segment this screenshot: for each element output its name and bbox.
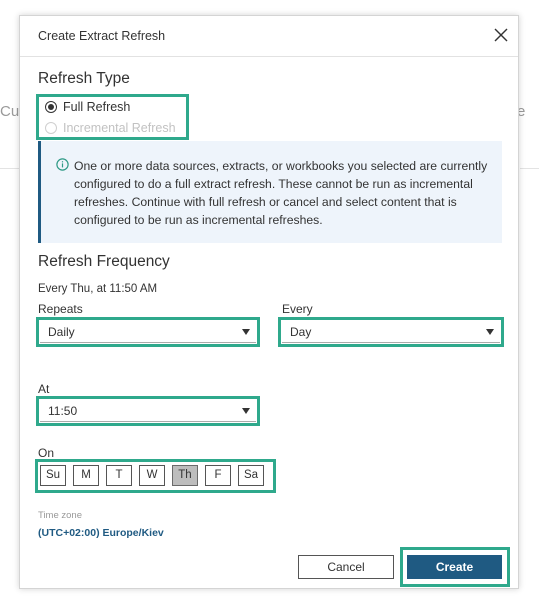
info-message-text: One or more data sources, extracts, or w… (74, 159, 488, 227)
refresh-frequency-heading: Refresh Frequency (38, 253, 170, 270)
dropdown-caret-icon (486, 329, 494, 335)
background-divider-right (520, 168, 539, 169)
every-label: Every (282, 302, 313, 316)
at-label: At (38, 382, 50, 396)
repeats-value: Daily (48, 325, 75, 339)
every-select[interactable]: Day (282, 321, 500, 343)
schedule-summary: Every Thu, at 11:50 AM (38, 283, 158, 295)
create-button[interactable]: Create (407, 555, 502, 579)
full-refresh-label: Full Refresh (63, 100, 131, 114)
repeats-select[interactable]: Daily (40, 321, 256, 343)
day-button-saturday[interactable]: Sa (238, 465, 264, 486)
repeats-label: Repeats (38, 302, 83, 316)
time-value: 11:50 (48, 404, 78, 418)
day-button-sunday[interactable]: Su (40, 465, 66, 486)
cancel-button[interactable]: Cancel (298, 555, 394, 579)
radio-unchecked-icon (45, 122, 57, 134)
every-value: Day (290, 325, 312, 339)
create-extract-refresh-dialog: Create Extract Refresh Refresh Type Full… (19, 15, 519, 589)
incremental-refresh-radio: Incremental Refresh (45, 120, 176, 136)
refresh-type-heading: Refresh Type (38, 70, 130, 87)
timezone-label: Time zone (38, 510, 82, 521)
background-divider-left (0, 168, 20, 169)
day-button-wednesday[interactable]: W (139, 465, 165, 486)
day-button-tuesday[interactable]: T (106, 465, 132, 486)
incremental-refresh-label: Incremental Refresh (63, 121, 176, 135)
dropdown-caret-icon (242, 329, 250, 335)
close-icon (494, 28, 508, 42)
time-select[interactable]: 11:50 (40, 400, 256, 422)
dialog-header: Create Extract Refresh (20, 16, 518, 57)
dropdown-caret-icon (242, 408, 250, 414)
timezone-link[interactable]: (UTC+02:00) Europe/Kiev (38, 527, 164, 539)
on-label: On (38, 446, 55, 460)
day-button-friday[interactable]: F (205, 465, 231, 486)
day-button-thursday[interactable]: Th (172, 465, 198, 486)
info-icon (56, 158, 69, 171)
day-button-monday[interactable]: M (73, 465, 99, 486)
dialog-title: Create Extract Refresh (38, 29, 166, 43)
info-message-box: One or more data sources, extracts, or w… (38, 141, 502, 243)
close-button[interactable] (492, 26, 510, 44)
full-refresh-radio[interactable]: Full Refresh (45, 99, 130, 115)
radio-checked-icon (45, 101, 57, 113)
